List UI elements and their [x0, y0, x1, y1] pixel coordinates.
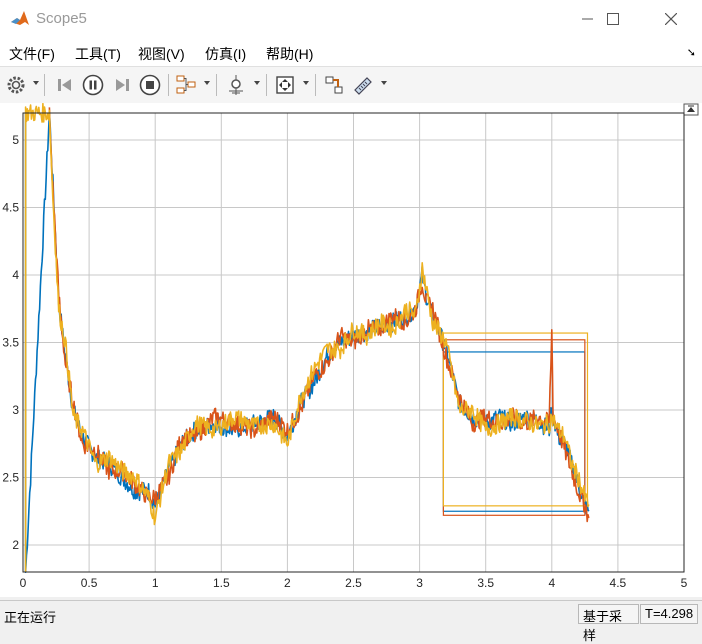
y-tick-label: 3.5 — [2, 336, 19, 350]
toolbar-separator — [216, 74, 217, 96]
menu-tools[interactable]: 工具(T) — [75, 44, 121, 64]
measurement-icon — [354, 77, 372, 95]
matlab-icon — [11, 11, 29, 25]
y-tick-label: 2.5 — [2, 471, 19, 485]
dock-icon[interactable]: ➘ — [687, 46, 696, 59]
menu-view[interactable]: 视图(V) — [138, 44, 185, 64]
settings-icon — [7, 76, 25, 94]
status-bar: 正在运行 基于采样 T=4.298 — [0, 600, 702, 643]
y-tick-label: 4 — [12, 268, 19, 282]
close-icon — [665, 13, 677, 25]
x-tick-label: 3 — [416, 576, 423, 590]
y-tick-label: 4.5 — [2, 201, 19, 215]
x-tick-label: 1.5 — [213, 576, 230, 590]
menu-file[interactable]: 文件(F) — [9, 44, 55, 64]
maximize-icon — [607, 13, 619, 25]
y-tick-label: 5 — [12, 133, 19, 147]
measurement-dropdown-icon[interactable] — [381, 81, 387, 85]
x-tick-label: 1 — [152, 576, 159, 590]
measurement-button[interactable] — [351, 73, 375, 97]
cursor-box[interactable] — [442, 351, 586, 512]
trigger-icon — [229, 75, 243, 95]
trigger-dropdown-icon[interactable] — [254, 81, 260, 85]
y-tick-label: 2 — [12, 538, 19, 552]
zoom-fit-icon — [276, 76, 294, 94]
y-tick-label: 3 — [12, 403, 19, 417]
sample-mode: 基于采样 — [578, 604, 639, 643]
toolbar-separator — [168, 74, 169, 96]
step-forward-button[interactable] — [110, 73, 134, 97]
toolbar-separator — [266, 74, 267, 96]
stop-button[interactable] — [138, 73, 162, 97]
title-bar: Scope5 — [0, 0, 702, 38]
menu-help[interactable]: 帮助(H) — [266, 44, 313, 64]
zoom-fit-button[interactable] — [273, 73, 297, 97]
run-status: 正在运行 — [4, 610, 57, 625]
step-back-icon — [58, 79, 71, 91]
maximize-button[interactable] — [590, 0, 636, 38]
highlight-block-icon — [325, 76, 343, 94]
toolbar-separator — [44, 74, 45, 96]
settings-button[interactable] — [5, 73, 27, 97]
x-tick-label: 2.5 — [345, 576, 362, 590]
toolbar-separator — [315, 74, 316, 96]
series-line-2 — [48, 107, 590, 523]
zoom-dropdown-icon[interactable] — [303, 81, 309, 85]
series-line-3 — [24, 103, 590, 572]
x-tick-label: 4 — [548, 576, 555, 590]
stop-icon — [139, 74, 161, 96]
x-tick-label: 4.5 — [610, 576, 627, 590]
pause-icon — [82, 74, 104, 96]
highlight-block-button[interactable] — [322, 73, 346, 97]
toolbar — [0, 66, 702, 104]
signal-dropdown-icon[interactable] — [204, 81, 210, 85]
close-button[interactable] — [648, 0, 694, 38]
sim-time: T=4.298 — [640, 604, 698, 624]
step-forward-icon — [116, 79, 129, 91]
pause-button[interactable] — [81, 73, 105, 97]
step-back-button[interactable] — [53, 73, 77, 97]
trigger-button[interactable] — [224, 73, 248, 97]
menu-simulation[interactable]: 仿真(I) — [205, 44, 246, 64]
menu-bar: 文件(F) 工具(T) 视图(V) 仿真(I) 帮助(H) ➘ — [0, 38, 702, 66]
x-tick-label: 3.5 — [477, 576, 494, 590]
x-tick-label: 5 — [681, 576, 688, 590]
settings-dropdown-icon[interactable] — [33, 81, 39, 85]
x-tick-label: 0.5 — [81, 576, 98, 590]
signal-select-icon — [176, 75, 196, 94]
x-tick-label: 2 — [284, 576, 291, 590]
x-tick-label: 0 — [20, 576, 27, 590]
window-title: Scope5 — [36, 10, 87, 27]
signal-select-button[interactable] — [174, 73, 198, 97]
scope-plot[interactable]: 0 0.5 1 1.5 2 2.5 3 3.5 4 4.5 5 2 2.5 3 3.5 4 4.5 5 — [0, 103, 702, 597]
